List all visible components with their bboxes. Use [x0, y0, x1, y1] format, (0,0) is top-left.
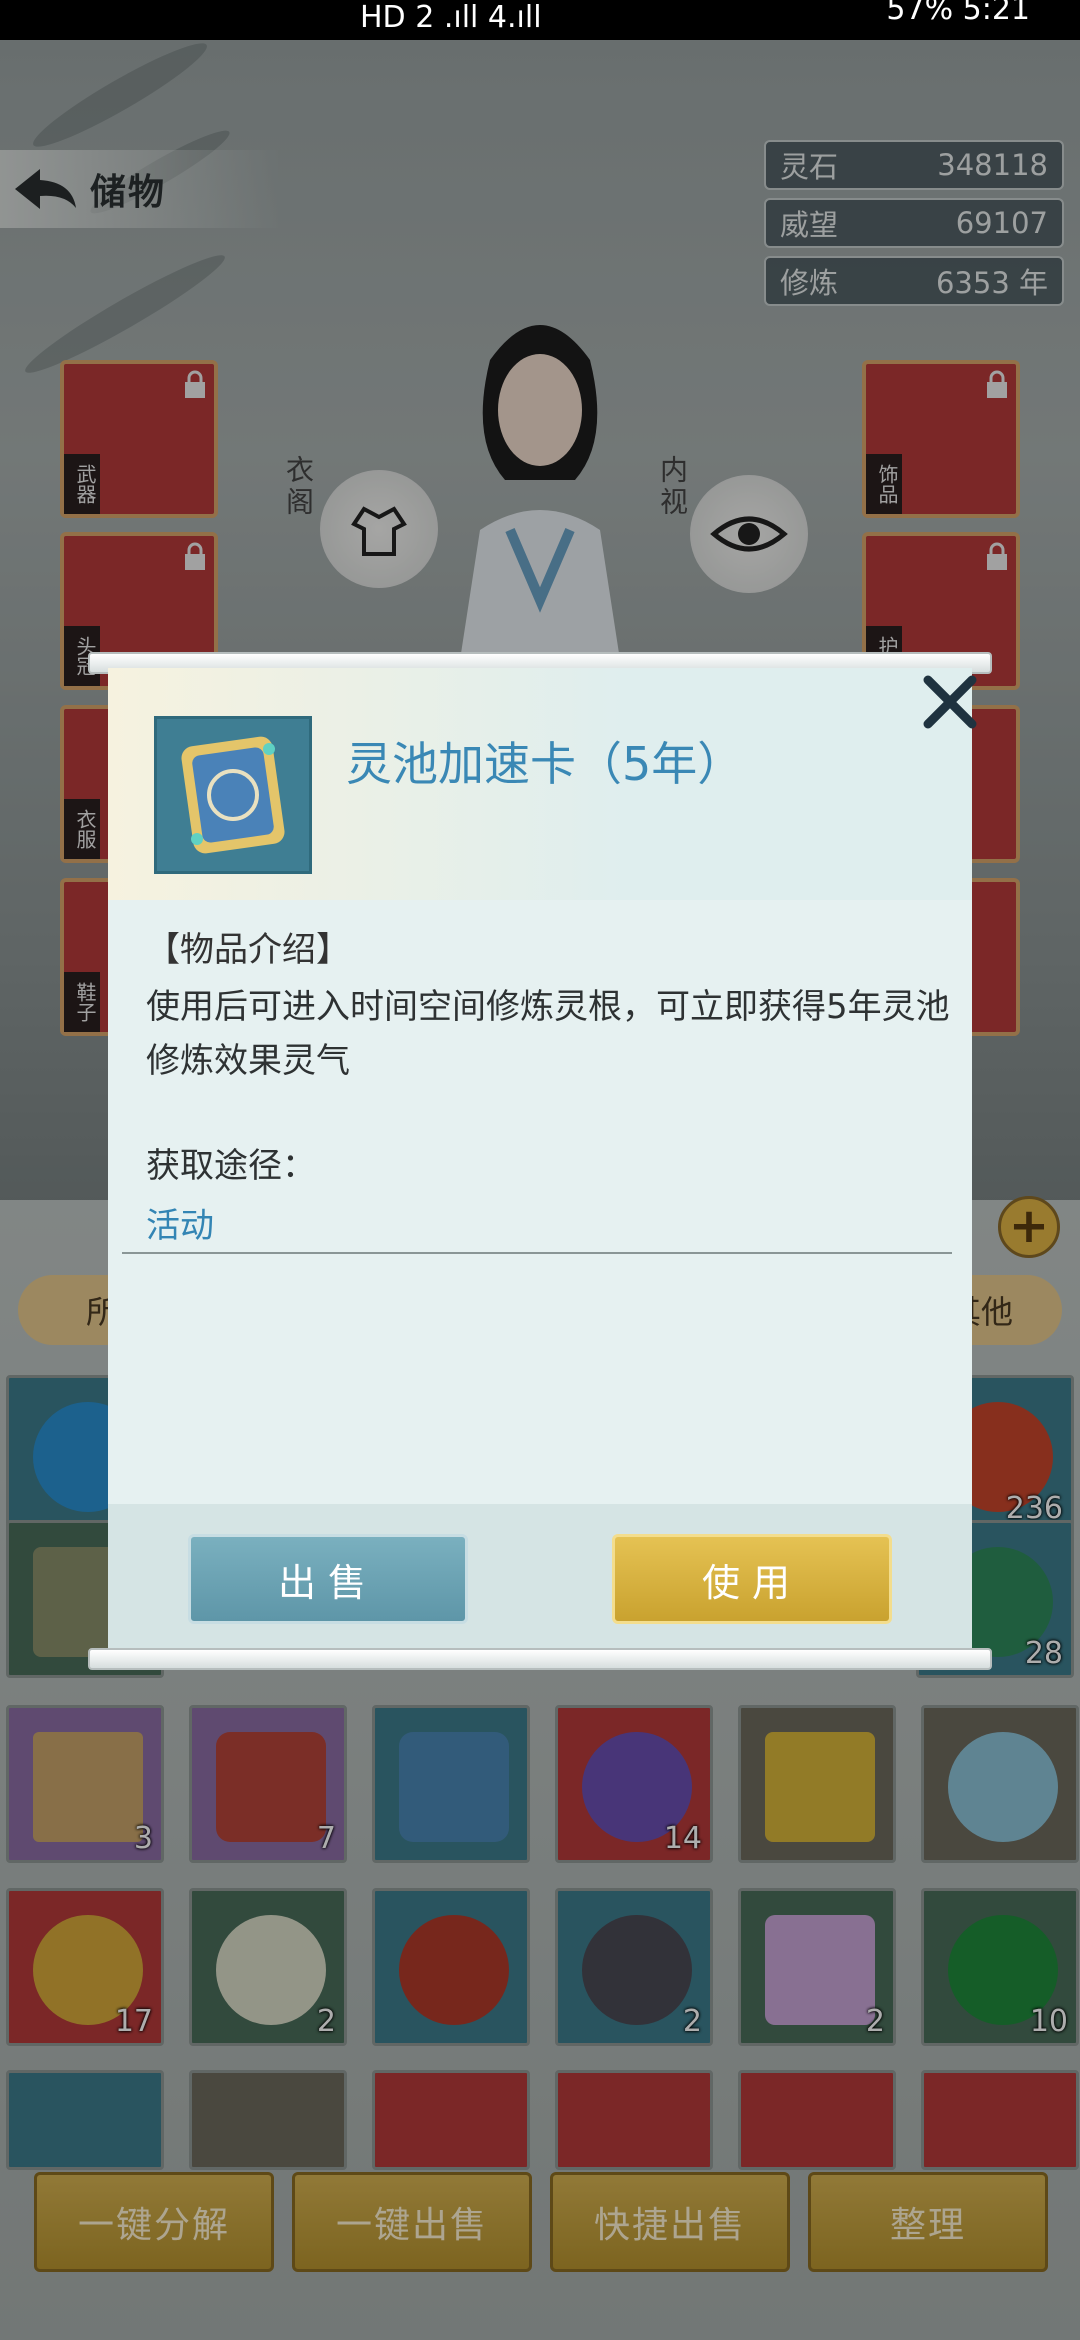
dialog-body: 【物品介绍】 使用后可进入时间空间修炼灵根，可立即获得5年灵池修炼效果灵气 获取…: [108, 900, 972, 1504]
dialog-header: 灵池加速卡（5年）: [108, 668, 972, 900]
status-left: HD 2 .ıll 4.ıll: [360, 0, 542, 40]
use-button[interactable]: 使用: [612, 1534, 892, 1624]
network-indicator: HD 2 .ıll 4.ıll: [360, 0, 542, 35]
divider: [122, 1252, 952, 1254]
source-link[interactable]: 活动: [146, 1198, 214, 1247]
status-right: 57% 5:21: [886, 0, 1030, 27]
item-description: 使用后可进入时间空间修炼灵根，可立即获得5年灵池修炼效果灵气: [146, 987, 950, 1081]
source-header: 获取途径：: [146, 1146, 316, 1186]
battery-time: 57% 5:21: [886, 0, 1030, 27]
status-bar: HD 2 .ıll 4.ıll 57% 5:21: [0, 0, 1080, 40]
button-label: 使用: [701, 1560, 802, 1605]
item-detail-dialog: 灵池加速卡（5年） 【物品介绍】 使用后可进入时间空间修炼灵根，可立即获得5年灵…: [108, 668, 977, 1656]
dialog-footer: 出售 使用: [108, 1504, 972, 1656]
scroll-rod-bottom: [88, 1648, 992, 1670]
button-label: 出售: [277, 1560, 378, 1605]
intro-header: 【物品介绍】: [146, 930, 350, 970]
sell-button[interactable]: 出售: [188, 1534, 468, 1624]
item-icon-frame: [154, 716, 312, 874]
item-title: 灵池加速卡（5年）: [346, 737, 744, 791]
close-icon[interactable]: [918, 670, 982, 734]
spirit-card-icon: [181, 736, 285, 854]
